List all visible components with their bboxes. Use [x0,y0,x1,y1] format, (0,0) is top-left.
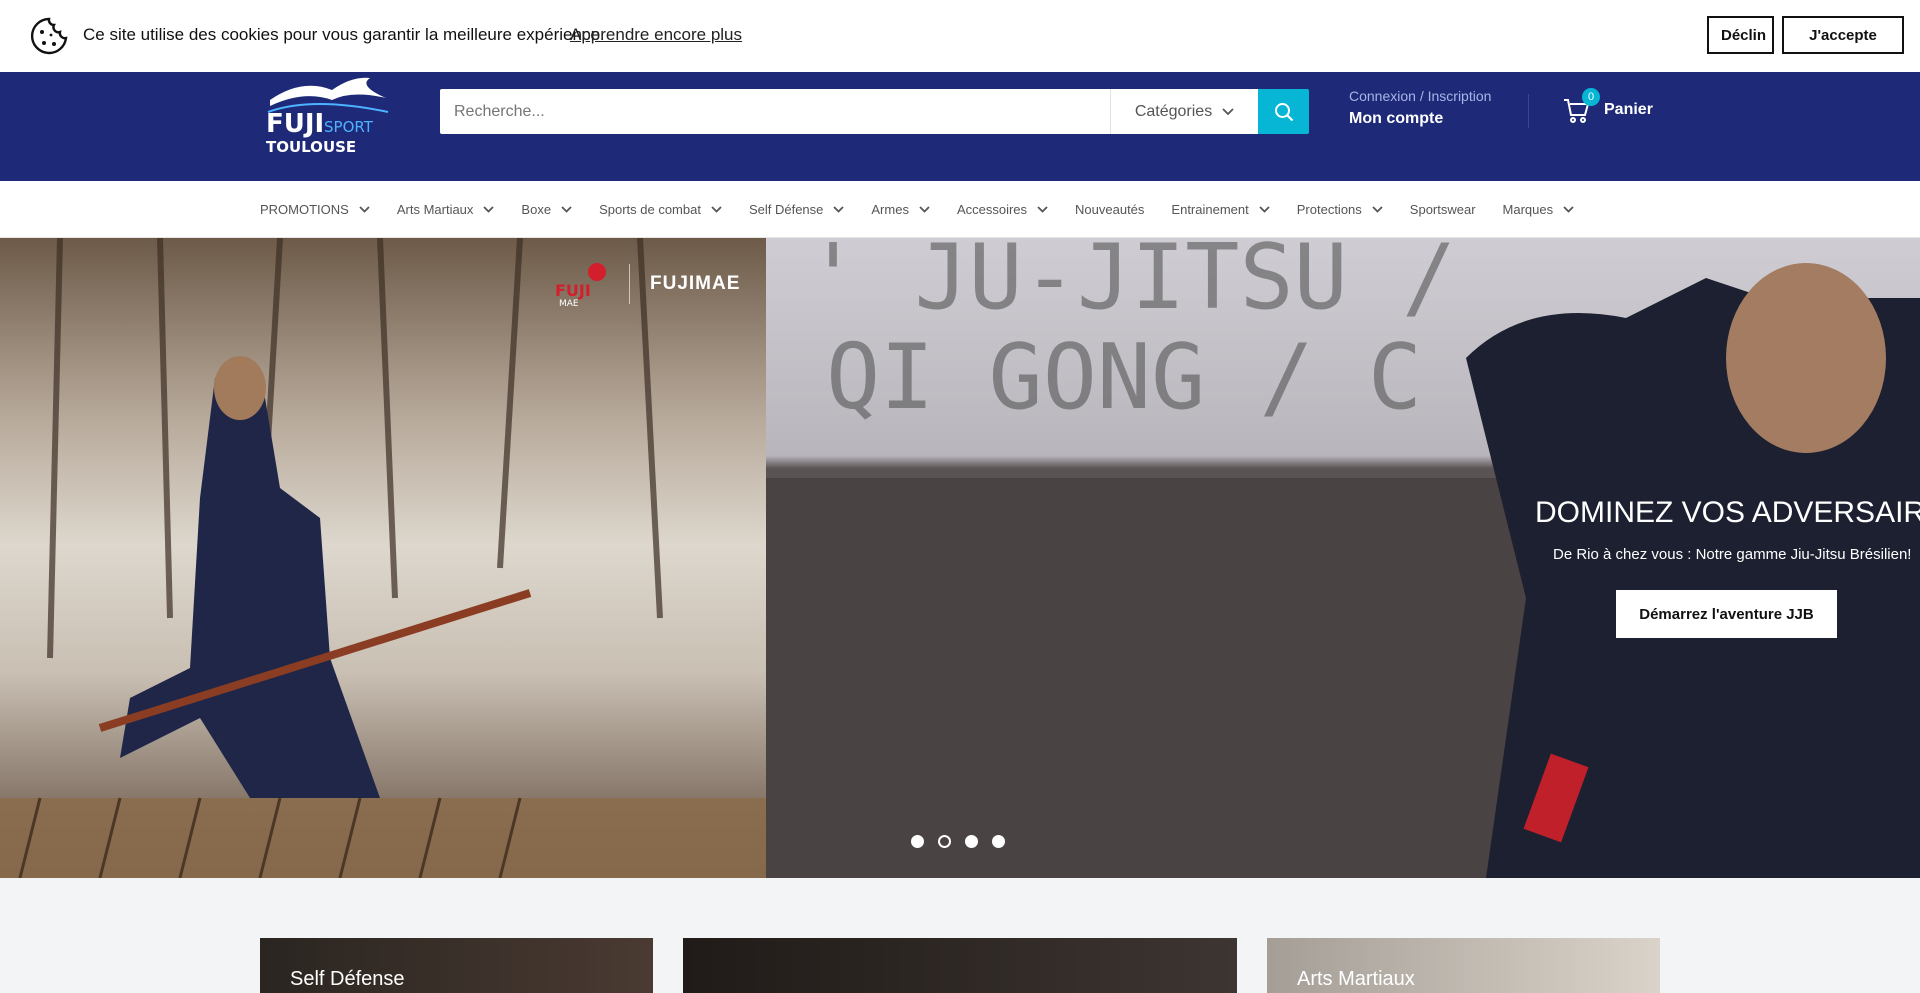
site-header: FUJI SPORT TOULOUSE Catégories Connexion… [0,72,1920,181]
nav-item-armes[interactable]: Armes [871,202,930,217]
fuji-mae-mark-icon: FUJIMAE [555,263,606,306]
main-navigation: PROMOTIONS Arts Martiaux Boxe Sports de com… [0,181,1920,238]
chevron-down-icon [1037,206,1048,213]
nav-item-label: Arts Martiaux [396,202,474,217]
chevron-down-icon [711,206,722,213]
nav-item-arts-martiaux[interactable]: Arts Martiaux [397,202,495,217]
cart-icon-wrap: 0 [1562,88,1600,124]
cookie-accept-button[interactable]: J'accepte [1782,16,1904,54]
search-bar: Catégories [440,89,1309,134]
hero-subtitle: De Rio à chez vous : Notre gamme Jiu-Jit… [1553,546,1912,563]
account-link[interactable]: Connexion / Inscription Mon compte [1349,88,1491,128]
hero-slider: ' JU-JITSU / QI GONG / C FUJI MAE FUJIMAE… [0,238,1920,878]
collection-card-martial-arts[interactable]: Arts Martiaux [1267,938,1660,993]
svg-text:FUJI: FUJI [266,109,324,139]
nav-item-label: Sportswear [1409,202,1476,217]
chevron-down-icon [1563,206,1574,213]
svg-text:TOULOUSE: TOULOUSE [266,138,356,156]
nav-item-label: Marques [1502,202,1554,217]
chevron-down-icon [1222,107,1234,115]
cookie-banner: Ce site utilise des cookies pour vous ga… [0,0,1920,72]
nav-item-label: Accessoires [956,202,1028,217]
nav-item-nouveaut-s[interactable]: Nouveautés [1075,202,1144,217]
cart-link[interactable]: 0 Panier [1562,88,1653,124]
site-logo[interactable]: FUJI SPORT TOULOUSE [262,72,394,156]
nav-item-sportswear[interactable]: Sportswear [1410,202,1476,217]
hero-scene-left [0,238,766,878]
chevron-down-icon [483,206,495,213]
cookie-message: Ce site utilise des cookies pour vous ga… [83,25,605,44]
nav-item-accessoires[interactable]: Accessoires [957,202,1048,217]
collection-card-title: Arts Martiaux [1297,968,1415,990]
slider-dot-1[interactable] [911,835,924,848]
collection-card-self-defense[interactable]: Self Défense [260,938,653,993]
nav-item-label: Armes [871,202,909,217]
nav-item-label: PROMOTIONS [260,202,349,217]
account-login-label[interactable]: Connexion / Inscription [1349,88,1491,104]
slider-dot-3[interactable] [965,835,978,848]
collection-card-featured[interactable] [683,938,1237,993]
cookie-icon [30,17,68,55]
cart-label[interactable]: Panier [1604,101,1653,119]
hero-image-left [0,238,766,878]
chevron-down-icon [561,206,572,213]
nav-item-label: Nouveautés [1075,202,1145,217]
chevron-down-icon [359,206,370,213]
nav-item-protections[interactable]: Protections [1297,202,1383,217]
categories-dropdown[interactable]: Catégories [1110,89,1258,134]
collection-card-title: Self Défense [290,968,405,990]
categories-label: Catégories [1134,102,1213,120]
nav-item-self-d-fense[interactable]: Self Défense [748,202,845,217]
svg-text:' JU-JITSU /: ' JU-JITSU / [806,238,1456,330]
nav-item-entrainement[interactable]: Entrainement [1171,202,1270,217]
nav-item-label: Sports de combat [599,202,701,217]
nav-list: PROMOTIONS Arts Martiaux Boxe Sports de com… [260,181,1601,238]
nav-item-label: Boxe [521,202,552,217]
slider-dot-4[interactable] [992,835,1005,848]
chevron-down-icon [833,206,845,213]
nav-item-promotions[interactable]: PROMOTIONS [260,202,370,217]
nav-item-boxe[interactable]: Boxe [521,202,572,217]
svg-text:QI GONG / C: QI GONG / C [826,325,1422,430]
account-title[interactable]: Mon compte [1349,110,1491,128]
hero-title: DOMINEZ VOS ADVERSAIRES [1535,496,1920,529]
search-icon [1274,102,1293,121]
hero-logo-separator [629,264,630,304]
nav-item-label: Protections [1296,202,1362,217]
cookie-decline-button[interactable]: Déclin [1707,16,1774,54]
hero-brand-text: FUJIMAE [650,273,741,294]
search-button[interactable] [1258,89,1309,134]
search-input[interactable] [440,89,1110,134]
chevron-down-icon [1372,206,1383,213]
slider-dots [911,835,1005,848]
svg-text:SPORT: SPORT [324,118,374,136]
nav-item-label: Entrainement [1171,202,1249,217]
cart-count-badge: 0 [1582,88,1600,106]
svg-text:FUJI: FUJI [555,281,591,300]
hero-brand-logo: FUJI MAE FUJIMAE [555,262,740,306]
nav-item-marques[interactable]: Marques [1503,202,1575,217]
nav-item-label: Self Défense [748,202,824,217]
chevron-down-icon [1259,206,1270,213]
nav-item-sports-de-combat[interactable]: Sports de combat [599,202,722,217]
collections-section: Self Défense Arts Martiaux [0,878,1920,993]
svg-text:MAE: MAE [559,299,579,306]
cookie-learn-more-link[interactable]: Apprendre encore plus [570,25,742,45]
header-divider [1528,94,1529,128]
chevron-down-icon [919,206,930,213]
hero-cta-button[interactable]: Démarrez l'aventure JJB [1616,590,1837,638]
slider-dot-2[interactable] [938,835,951,848]
